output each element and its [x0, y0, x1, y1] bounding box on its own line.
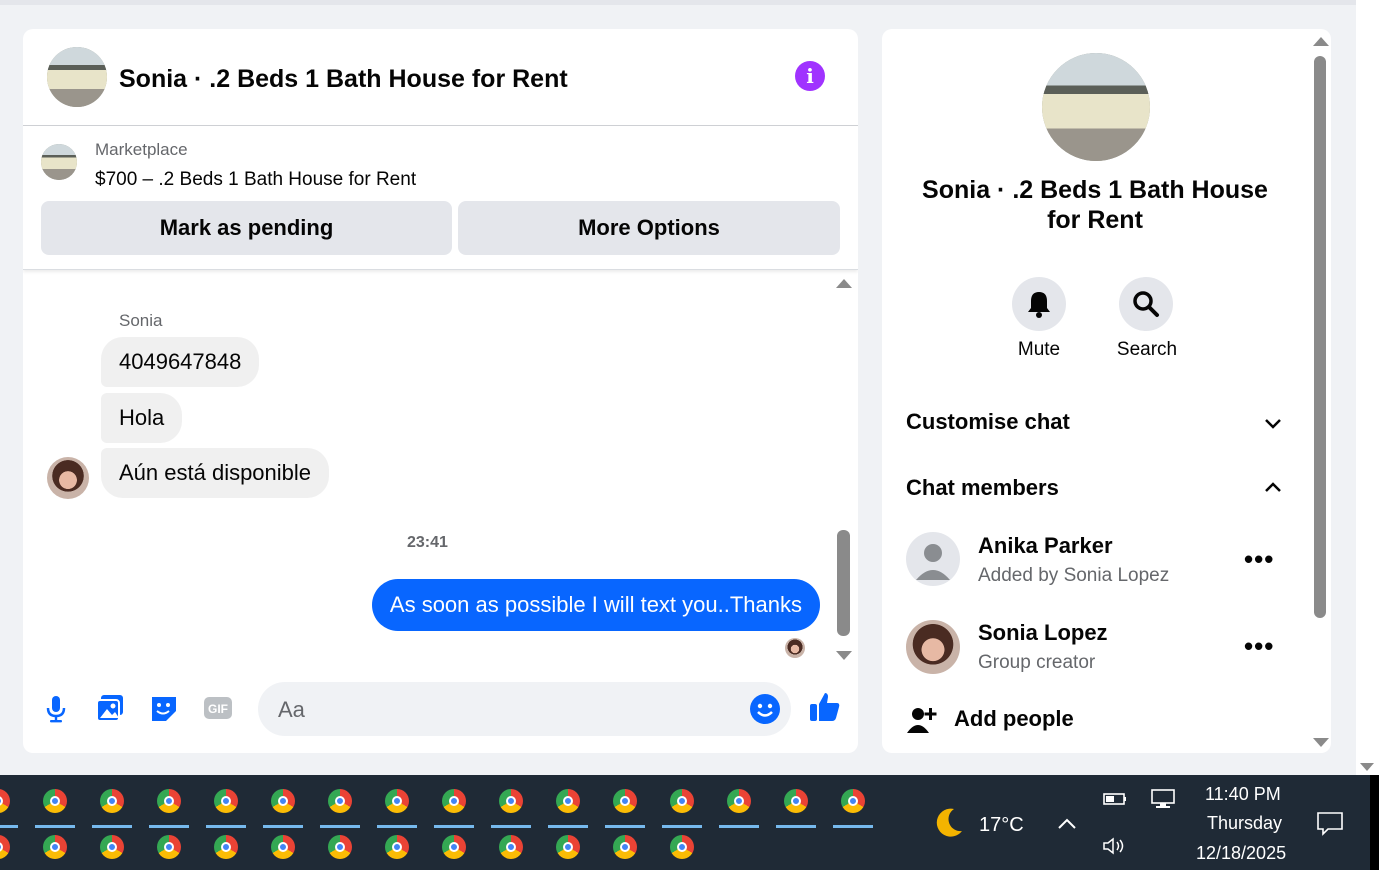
chrome-taskbar-icon[interactable] [41, 833, 69, 861]
clock-date[interactable]: 12/18/2025 [1196, 843, 1286, 864]
message-bubble[interactable]: Aún está disponible [101, 448, 330, 498]
battery-icon[interactable] [1103, 791, 1129, 807]
like-thumb-icon[interactable] [807, 689, 843, 725]
outgoing-message-bubble[interactable]: As soon as possible I will text you..Tha… [371, 579, 820, 631]
chrome-taskbar-icon[interactable] [662, 787, 702, 828]
chrome-taskbar-icon[interactable] [149, 787, 189, 828]
marketplace-label: Marketplace [95, 140, 188, 159]
message-bubble[interactable]: Hola [101, 393, 183, 443]
chat-panel: Sonia · .2 Beds 1 Bath House for Rent i … [23, 29, 858, 753]
clock-day[interactable]: Thursday [1207, 813, 1282, 834]
chevron-down-icon[interactable] [1262, 412, 1284, 434]
listing-thumbnail[interactable] [41, 144, 77, 180]
chrome-taskbar-icon[interactable] [98, 833, 126, 861]
chrome-taskbar-icon[interactable] [206, 787, 246, 828]
chrome-taskbar-icon[interactable] [377, 787, 417, 828]
group-title: Sonia · .2 Beds 1 Bath House for Rent [922, 176, 1268, 234]
chrome-taskbar-icon[interactable] [0, 833, 12, 861]
sticker-icon[interactable] [147, 691, 181, 725]
group-photo[interactable] [1042, 53, 1150, 161]
chrome-taskbar-icon[interactable] [326, 833, 354, 861]
message-input[interactable] [276, 692, 740, 728]
listing-price-title[interactable]: $700 – .2 Beds 1 Bath House for Rent [95, 169, 416, 191]
page-scrollbar[interactable] [1356, 0, 1379, 775]
top-border [0, 0, 1356, 5]
notification-icon[interactable] [1316, 811, 1344, 837]
member-subtitle: Added by Sonia Lopez [978, 565, 1170, 586]
search-button[interactable] [1119, 277, 1173, 331]
member-name[interactable]: Sonia Lopez [978, 620, 1108, 646]
more-options-button[interactable]: More Options [458, 201, 840, 255]
chrome-taskbar-icon[interactable] [548, 787, 588, 828]
info-icon[interactable]: i [795, 61, 825, 91]
chrome-taskbar-icon[interactable] [605, 787, 645, 828]
chrome-taskbar-icon[interactable] [776, 787, 816, 828]
member-avatar[interactable] [906, 620, 960, 674]
chrome-taskbar-icon[interactable] [269, 833, 297, 861]
bell-icon [1028, 292, 1050, 318]
volume-icon[interactable] [1102, 836, 1128, 856]
sender-avatar[interactable] [47, 457, 89, 499]
chrome-taskbar-icon[interactable] [92, 787, 132, 828]
chrome-taskbar-icon[interactable] [611, 833, 639, 861]
emoji-icon[interactable] [749, 693, 781, 725]
sender-name: Sonia [119, 311, 163, 330]
chrome-taskbar-icon[interactable] [0, 787, 18, 828]
chat-title[interactable]: Sonia · .2 Beds 1 Bath House for Rent [119, 65, 568, 94]
marketplace-listing-bar: Marketplace $700 – .2 Beds 1 Bath House … [23, 126, 858, 270]
listing-avatar[interactable] [47, 47, 107, 107]
chrome-taskbar-icon[interactable] [212, 833, 240, 861]
chrome-taskbar-icon[interactable] [833, 787, 873, 828]
member-more-icon[interactable]: ••• [1244, 546, 1274, 572]
chevron-up-icon[interactable] [1056, 815, 1078, 831]
member-name[interactable]: Anika Parker [978, 533, 1113, 559]
add-people-button[interactable]: Add people [954, 706, 1074, 732]
mark-as-pending-button[interactable]: Mark as pending [41, 201, 452, 255]
chevron-up-icon[interactable] [1262, 477, 1284, 499]
chrome-taskbar-icon[interactable] [719, 787, 759, 828]
microphone-icon[interactable] [39, 691, 73, 725]
chrome-taskbar-icon[interactable] [35, 787, 75, 828]
chrome-taskbar-icon[interactable] [554, 833, 582, 861]
weather-temp[interactable]: 17°C [979, 814, 1024, 837]
chrome-taskbar-icon[interactable] [491, 787, 531, 828]
customise-chat-section[interactable]: Customise chat [906, 409, 1070, 435]
message-scrollbar[interactable] [836, 272, 852, 664]
read-receipt-avatar [785, 638, 805, 658]
photo-icon[interactable] [93, 691, 127, 725]
member-subtitle: Group creator [978, 652, 1096, 673]
chrome-taskbar-icon[interactable] [434, 787, 474, 828]
composer: GIF [23, 679, 858, 739]
message-bubble[interactable]: 4049647848 [101, 337, 260, 387]
add-person-icon[interactable] [906, 704, 938, 736]
chat-header: Sonia · .2 Beds 1 Bath House for Rent i [23, 29, 858, 126]
search-icon [1133, 291, 1159, 317]
chrome-taskbar-icon[interactable] [263, 787, 303, 828]
side-panel-scrollbar[interactable] [1310, 29, 1330, 753]
chat-info-panel: Sonia · .2 Beds 1 Bath House for Rent Mu… [882, 29, 1331, 753]
chrome-taskbar-icon[interactable] [497, 833, 525, 861]
mute-label: Mute [1017, 339, 1061, 360]
chrome-taskbar-icon[interactable] [155, 833, 183, 861]
network-icon[interactable] [1150, 788, 1176, 810]
chrome-taskbar-icon[interactable] [320, 787, 360, 828]
chat-members-section[interactable]: Chat members [906, 475, 1059, 501]
gif-icon[interactable]: GIF [201, 691, 235, 725]
windows-taskbar: 17°C 11:40 PM Thursday 12/18/2025 [0, 775, 1379, 870]
svg-text:GIF: GIF [208, 702, 228, 716]
chrome-taskbar-icon[interactable] [383, 833, 411, 861]
message-input-wrapper [258, 682, 791, 736]
member-avatar-default[interactable] [906, 532, 960, 586]
member-more-icon[interactable]: ••• [1244, 633, 1274, 659]
moon-weather-icon[interactable] [930, 805, 966, 841]
chrome-taskbar-icon[interactable] [668, 833, 696, 861]
chrome-taskbar-icon[interactable] [440, 833, 468, 861]
message-list: Sonia 4049647848 Hola Aún está disponibl… [23, 272, 858, 664]
clock-time[interactable]: 11:40 PM [1205, 784, 1281, 805]
show-desktop-strip[interactable] [1370, 775, 1379, 870]
search-label: Search [1116, 339, 1178, 360]
message-timestamp: 23:41 [407, 534, 448, 551]
mute-button[interactable] [1012, 277, 1066, 331]
